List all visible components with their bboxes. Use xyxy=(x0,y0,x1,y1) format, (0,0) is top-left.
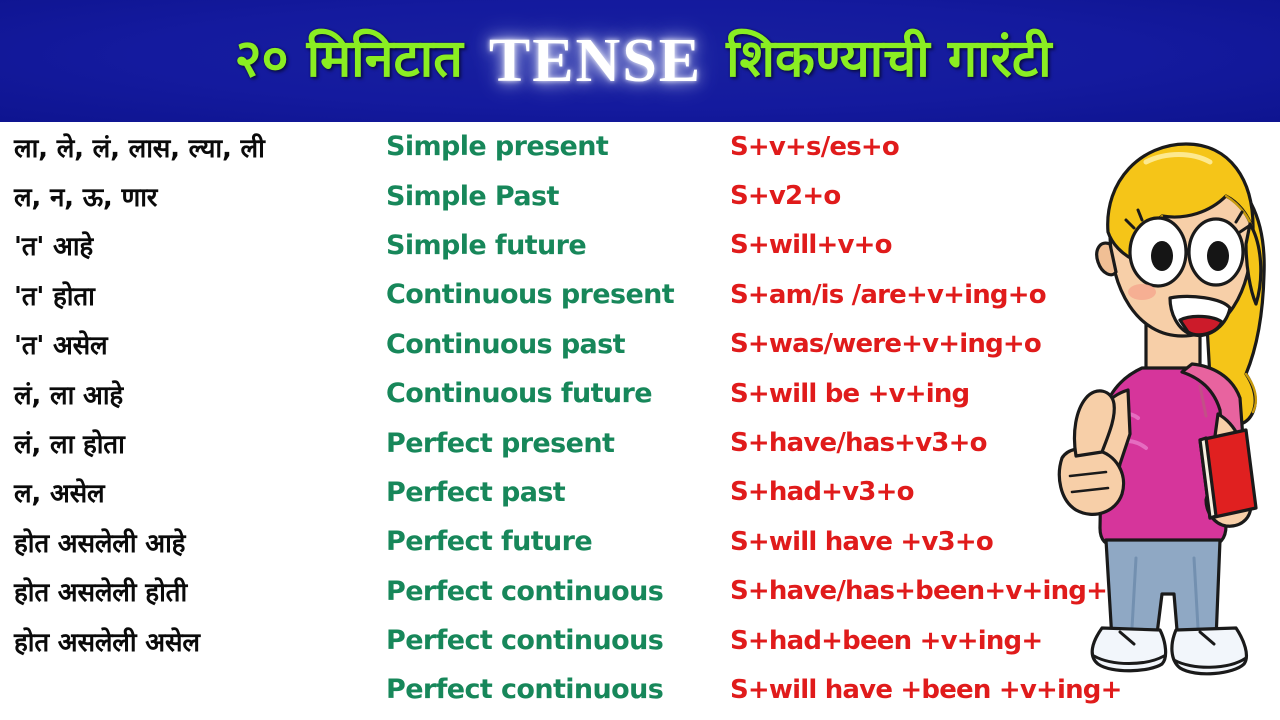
column-tense-names: Simple present Simple Past Simple future… xyxy=(386,122,726,720)
table-row: Simple future xyxy=(386,229,587,261)
table-row: S+v+s/es+o xyxy=(730,131,900,162)
table-row: Perfect continuous xyxy=(386,674,664,706)
table-row: S+had+v3+o xyxy=(730,477,914,508)
table-row: Perfect continuous xyxy=(386,625,664,657)
table-row: 'त' होता xyxy=(14,281,95,312)
table-row: Perfect continuous xyxy=(386,575,664,607)
table-row: ल, असेल xyxy=(14,479,105,510)
table-row: Continuous past xyxy=(386,328,626,360)
table-row: S+v2+o xyxy=(730,181,841,212)
table-row: S+was/were+v+ing+o xyxy=(730,329,1042,360)
table-row: S+will+v+o xyxy=(730,230,892,261)
table-row: S+will have +v3+o xyxy=(730,526,994,557)
title-banner: २० मिनिटात TENSE शिकण्याची गारंटी xyxy=(0,0,1280,122)
table-row: S+have/has+been+v+ing+ xyxy=(730,576,1108,607)
table-row: Perfect present xyxy=(386,427,615,459)
column-formulas: S+v+s/es+o S+v2+o S+will+v+o S+am/is /ar… xyxy=(730,122,1200,720)
table-row: लं, ला होता xyxy=(14,430,125,461)
table-row: 'त' आहे xyxy=(14,232,93,263)
banner-marathi-right: शिकण्याची गारंटी xyxy=(726,29,1052,89)
table-row: Simple Past xyxy=(386,180,559,212)
table-row: S+have/has+v3+o xyxy=(730,428,987,459)
banner-marathi-left: २० मिनिटात xyxy=(234,29,463,89)
banner-tense-word: TENSE xyxy=(488,27,703,95)
table-row: Simple present xyxy=(386,131,609,163)
tense-table: ला, ले, लं, लास, ल्या, ली ल, न, ऊ, णार '… xyxy=(0,122,1280,720)
table-row: S+will be +v+ing xyxy=(730,378,970,409)
table-row: होत असलेली असेल xyxy=(14,627,200,658)
table-row: होत असलेली आहे xyxy=(14,528,186,559)
table-row xyxy=(14,665,382,714)
column-marathi-endings: ला, ले, लं, लास, ल्या, ली ल, न, ऊ, णार '… xyxy=(14,122,382,720)
table-row: होत असलेली होती xyxy=(14,578,187,609)
table-row: लं, ला आहे xyxy=(14,380,123,411)
table-row: ला, ले, लं, लास, ल्या, ली xyxy=(14,133,265,164)
table-row: 'त' असेल xyxy=(14,331,108,362)
table-row: S+had+been +v+ing+ xyxy=(730,625,1043,656)
table-row: Continuous future xyxy=(386,378,653,410)
table-row: S+am/is /are+v+ing+o xyxy=(730,279,1047,310)
table-row: Continuous present xyxy=(386,279,675,311)
table-row: Perfect past xyxy=(386,476,566,508)
table-row: ल, न, ऊ, णार xyxy=(14,183,158,214)
table-row: Perfect future xyxy=(386,526,593,558)
table-row: S+will have +been +v+ing+ xyxy=(730,674,1122,705)
